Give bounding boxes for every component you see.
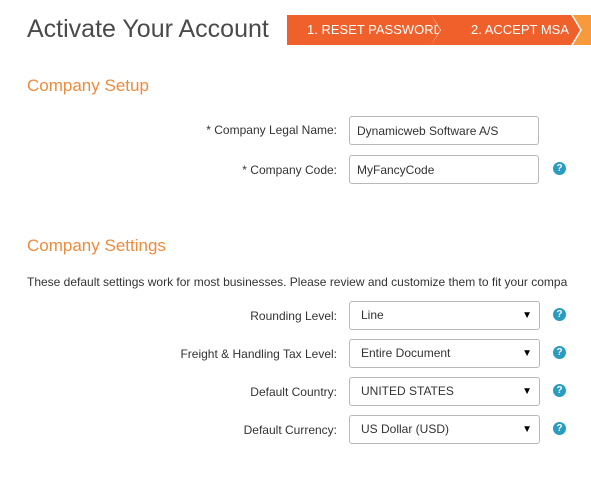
- default-currency-value: US Dollar (USD): [361, 422, 450, 436]
- freight-tax-select[interactable]: Entire Document ▼: [349, 339, 540, 368]
- rounding-level-label: Rounding Level:: [250, 309, 337, 323]
- settings-intro-text: These default settings work for most bus…: [27, 275, 568, 289]
- help-icon[interactable]: ?: [553, 162, 566, 175]
- help-icon[interactable]: ?: [553, 346, 566, 359]
- company-settings-title: Company Settings: [27, 236, 166, 255]
- legal-name-label: * Company Legal Name:: [206, 123, 337, 137]
- help-icon[interactable]: ?: [553, 308, 566, 321]
- caret-down-icon: ▼: [522, 424, 532, 435]
- company-setup-title: Company Setup: [27, 76, 149, 95]
- default-country-value: UNITED STATES: [361, 384, 454, 398]
- default-country-select[interactable]: UNITED STATES ▼: [349, 377, 540, 406]
- company-code-input[interactable]: [349, 155, 539, 184]
- company-code-label: * Company Code:: [242, 163, 337, 177]
- caret-down-icon: ▼: [522, 386, 532, 397]
- step-reset-password[interactable]: 1. RESET PASSWORD: [287, 15, 441, 45]
- default-currency-label: Default Currency:: [243, 423, 337, 437]
- rounding-level-select[interactable]: Line ▼: [349, 301, 540, 330]
- progress-steps: 1. RESET PASSWORD 2. ACCEPT MSA: [287, 15, 591, 45]
- caret-down-icon: ▼: [522, 348, 532, 359]
- step-separator-icon: [571, 15, 582, 45]
- help-icon[interactable]: ?: [553, 422, 566, 435]
- default-currency-select[interactable]: US Dollar (USD) ▼: [349, 415, 540, 444]
- step-accept-msa[interactable]: 2. ACCEPT MSA: [431, 15, 581, 45]
- caret-down-icon: ▼: [522, 310, 532, 321]
- freight-tax-value: Entire Document: [361, 346, 451, 360]
- legal-name-input[interactable]: [349, 116, 539, 145]
- default-country-label: Default Country:: [250, 385, 337, 399]
- page-title: Activate Your Account: [27, 15, 269, 43]
- freight-tax-label: Freight & Handling Tax Level:: [180, 347, 337, 361]
- help-icon[interactable]: ?: [553, 384, 566, 397]
- rounding-level-value: Line: [361, 308, 384, 322]
